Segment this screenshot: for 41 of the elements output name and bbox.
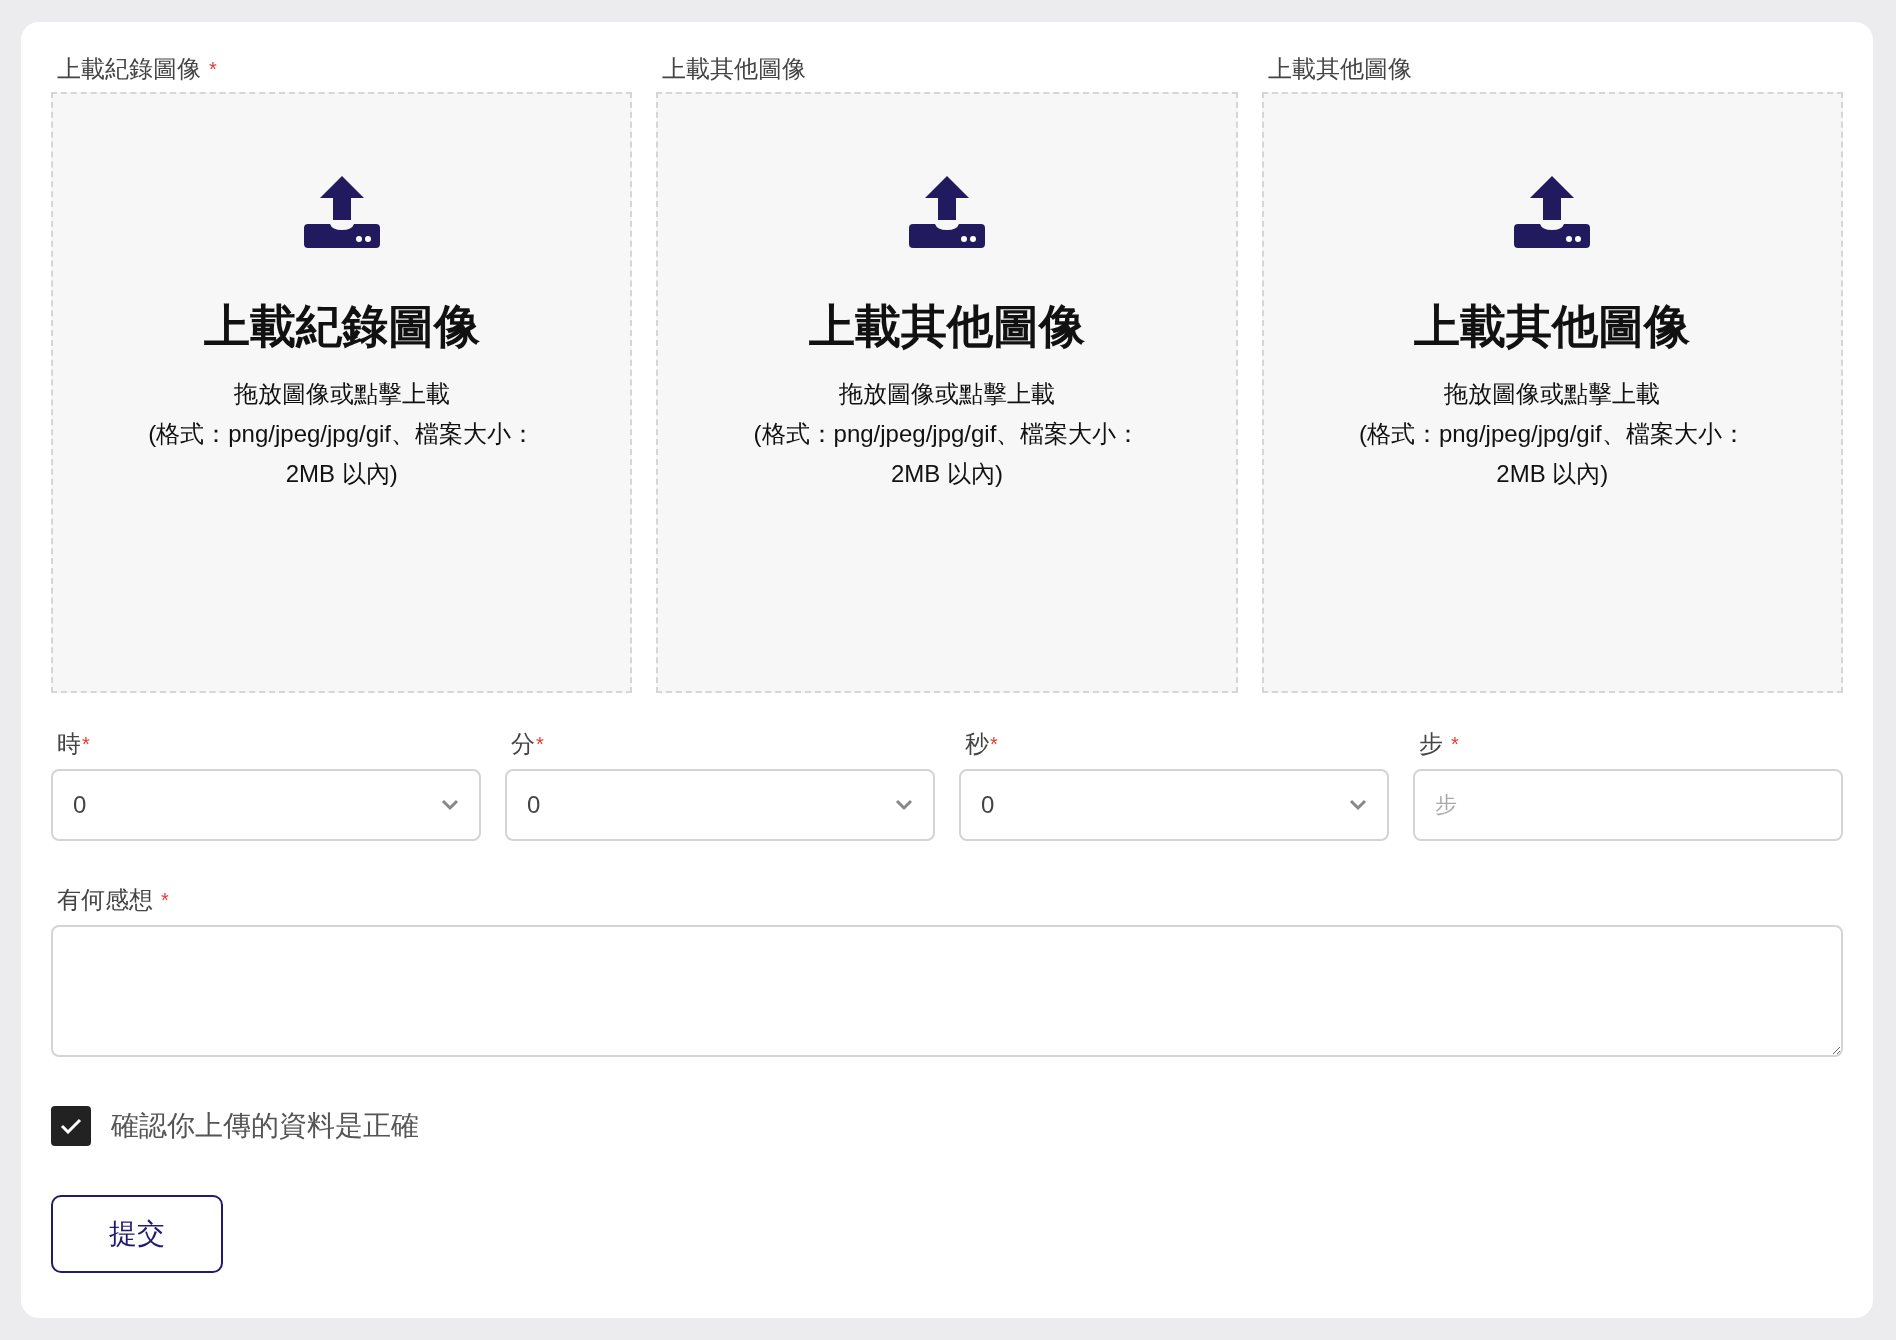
upload-format-note: (格式：png/jpeg/jpg/gif、檔案大小：2MB 以內) bbox=[752, 419, 1142, 489]
dropdown-select[interactable]: 0 bbox=[959, 769, 1389, 841]
upload-title: 上載其他圖像 bbox=[1414, 299, 1691, 354]
upload-hint: 拖放圖像或點擊上載 bbox=[839, 379, 1055, 409]
upload-hint: 拖放圖像或點擊上載 bbox=[1444, 379, 1661, 409]
required-asterisk: * bbox=[161, 888, 169, 913]
field-label: 秒 bbox=[965, 729, 989, 759]
checkmark-icon bbox=[60, 1118, 82, 1134]
submit-button[interactable]: 提交 bbox=[51, 1195, 223, 1273]
field-label: 上載其他圖像 bbox=[1267, 54, 1412, 84]
required-asterisk: * bbox=[1451, 732, 1459, 757]
upload-title: 上載紀錄圖像 bbox=[203, 299, 480, 354]
dropdown-select[interactable]: 0 bbox=[505, 769, 935, 841]
field-label: 分 bbox=[511, 729, 535, 759]
chevron-down-icon bbox=[895, 799, 913, 811]
field-label: 上載其他圖像 bbox=[662, 54, 807, 84]
field-label: 時 bbox=[57, 729, 81, 759]
checkbox[interactable] bbox=[51, 1106, 91, 1146]
input-field[interactable]: 步 bbox=[1413, 769, 1843, 841]
textarea-field[interactable] bbox=[51, 925, 1843, 1057]
upload-icon bbox=[1514, 176, 1591, 248]
field-label: 有何感想 bbox=[57, 885, 153, 915]
upload-title: 上載其他圖像 bbox=[809, 299, 1085, 354]
upload-hint: 拖放圖像或點擊上載 bbox=[233, 379, 450, 409]
upload-format-note: (格式：png/jpeg/jpg/gif、檔案大小：2MB 以內) bbox=[147, 419, 537, 489]
upload-format-note: (格式：png/jpeg/jpg/gif、檔案大小：2MB 以內) bbox=[1357, 419, 1747, 489]
chevron-down-icon bbox=[441, 799, 459, 811]
upload-dropzone[interactable]: 上載紀錄圖像 拖放圖像或點擊上載 (格式：png/jpeg/jpg/gif、檔案大小：2MB 以內) bbox=[51, 92, 633, 693]
required-asterisk: * bbox=[209, 57, 217, 82]
upload-dropzone[interactable]: 上載其他圖像 拖放圖像或點擊上載 (格式：png/jpeg/jpg/gif、檔案大小：2MB 以內) bbox=[1261, 92, 1843, 693]
chevron-down-icon bbox=[1349, 799, 1367, 811]
required-asterisk: * bbox=[536, 732, 544, 757]
upload-icon bbox=[909, 176, 985, 248]
required-asterisk: * bbox=[82, 732, 90, 757]
required-asterisk: * bbox=[990, 732, 998, 757]
dropdown-select[interactable]: 0 bbox=[51, 769, 481, 841]
checkbox-label: 確認你上傳的資料是正確 bbox=[111, 1109, 419, 1143]
upload-icon bbox=[303, 176, 380, 248]
field-label: 上載紀錄圖像 bbox=[57, 54, 201, 84]
field-label: 步 bbox=[1419, 729, 1443, 759]
upload-dropzone[interactable]: 上載其他圖像 拖放圖像或點擊上載 (格式：png/jpeg/jpg/gif、檔案大小：2MB 以內) bbox=[656, 92, 1238, 693]
